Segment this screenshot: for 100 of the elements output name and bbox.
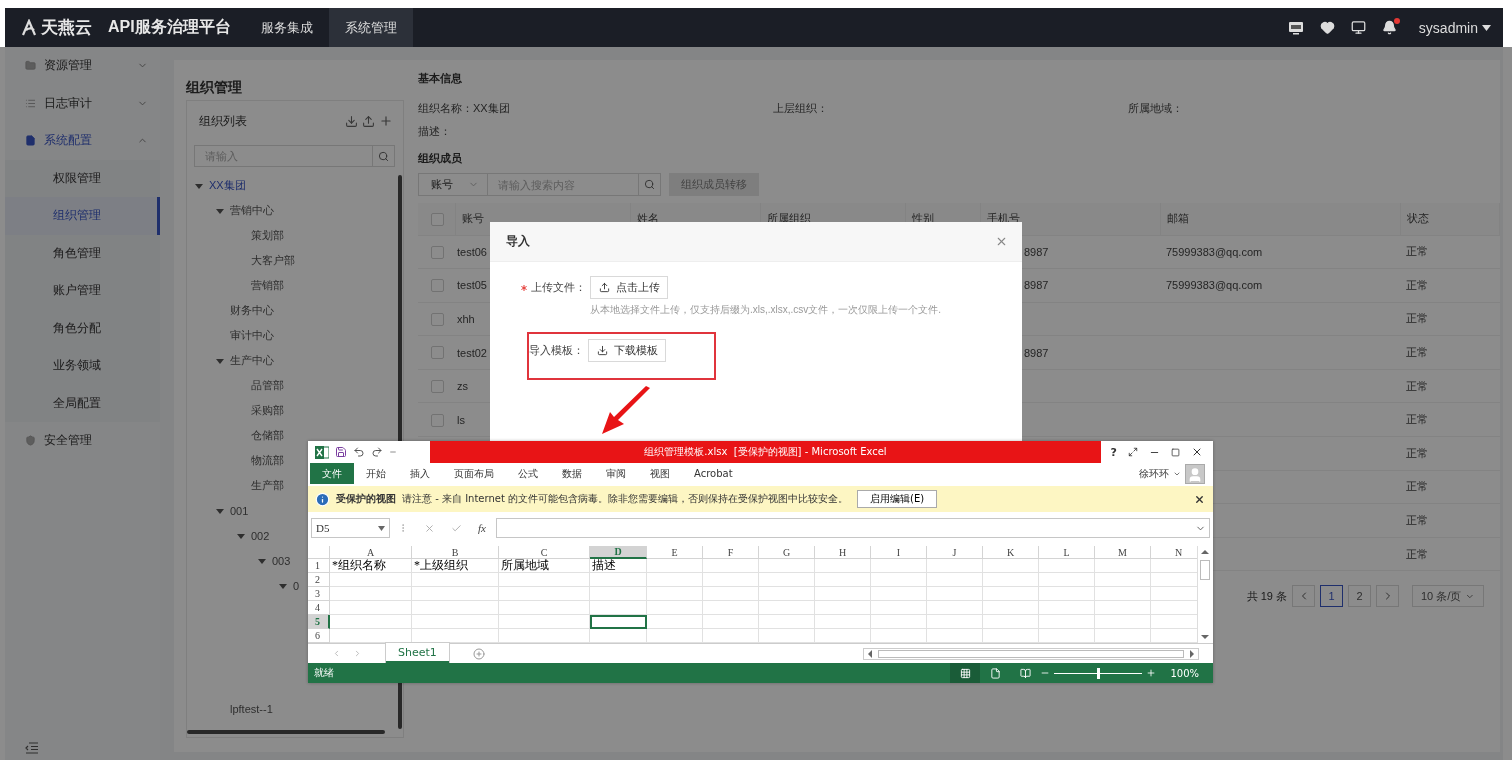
tree-node[interactable]: 财务中心 (187, 298, 403, 323)
prev-sheet-icon[interactable] (332, 649, 341, 658)
spreadsheet-cell[interactable]: *上级组织 (412, 559, 499, 573)
spreadsheet-cell[interactable] (703, 559, 759, 573)
caret-icon[interactable] (378, 525, 385, 531)
checkbox[interactable] (431, 413, 444, 427)
scrollbar-thumb[interactable] (1199, 559, 1210, 580)
tree-node[interactable]: XX集团 (187, 173, 403, 198)
download-icon[interactable] (596, 345, 608, 356)
sidebar-item[interactable]: 日志审计 (5, 84, 160, 122)
spreadsheet-cell[interactable] (815, 559, 871, 573)
checkbox[interactable] (431, 212, 444, 226)
page-icon[interactable] (989, 667, 1001, 679)
spreadsheet-cell[interactable]: 所属地域 (499, 559, 590, 573)
spreadsheet-cell[interactable] (1095, 601, 1151, 615)
spreadsheet-cell[interactable] (499, 601, 590, 615)
spreadsheet-cell[interactable]: 描述 (590, 559, 647, 573)
export-icon[interactable] (362, 114, 375, 128)
spreadsheet-cell[interactable] (759, 615, 815, 629)
redo-icon[interactable] (371, 446, 383, 458)
spreadsheet-cell[interactable] (1039, 559, 1095, 573)
save-icon[interactable] (335, 446, 347, 458)
spreadsheet-cell[interactable] (330, 587, 412, 601)
spreadsheet-cell[interactable] (1095, 559, 1151, 573)
column-header[interactable]: D (590, 546, 647, 559)
scroll-down-icon[interactable] (1200, 633, 1209, 641)
checkbox[interactable] (431, 312, 444, 326)
column-header[interactable]: A (330, 546, 412, 559)
column-header[interactable]: L (1039, 546, 1095, 559)
cancel-icon[interactable] (424, 522, 435, 534)
import-icon[interactable] (345, 114, 358, 128)
ribbon-tab[interactable]: 数据 (550, 463, 594, 484)
scroll-right-icon[interactable] (1188, 649, 1196, 658)
spreadsheet-cell[interactable] (815, 587, 871, 601)
checkbox[interactable] (431, 279, 444, 293)
ribbon-tab[interactable]: 插入 (398, 463, 442, 484)
spreadsheet-cell[interactable] (499, 573, 590, 587)
spreadsheet-cell[interactable] (1095, 615, 1151, 629)
filter-select[interactable]: 账号 (418, 173, 488, 196)
row-header[interactable]: 6 (308, 629, 330, 643)
spreadsheet-cell[interactable] (647, 601, 703, 615)
spreadsheet-cell[interactable] (759, 601, 815, 615)
prev-page-button[interactable] (1292, 585, 1315, 608)
sidebar-subitem[interactable]: 业务领域 (5, 347, 160, 385)
ribbon-tab[interactable]: 开始 (354, 463, 398, 484)
tree-node[interactable]: 品管部 (187, 373, 403, 398)
slider-thumb[interactable] (1097, 667, 1101, 679)
spreadsheet-cell[interactable] (815, 573, 871, 587)
spreadsheet-cell[interactable] (927, 573, 983, 587)
spreadsheet-cell[interactable] (983, 559, 1039, 573)
spreadsheet-cell[interactable] (927, 587, 983, 601)
tree-node[interactable]: 营销部 (187, 273, 403, 298)
add-icon[interactable] (379, 114, 393, 128)
spreadsheet-cell[interactable] (703, 573, 759, 587)
spreadsheet-cell[interactable] (983, 601, 1039, 615)
spreadsheet-cell[interactable] (1039, 573, 1095, 587)
heart-pulse-icon[interactable] (1319, 20, 1335, 35)
sidebar-item[interactable]: 资源管理 (5, 47, 160, 85)
spreadsheet-cell[interactable] (590, 587, 647, 601)
upload-button[interactable]: 点击上传 (590, 276, 668, 299)
spreadsheet-cell[interactable] (703, 587, 759, 601)
column-header[interactable]: H (815, 546, 871, 559)
row-header[interactable]: 1 (308, 559, 330, 573)
scrollbar[interactable] (187, 730, 385, 734)
spreadsheet-cell[interactable] (647, 615, 703, 629)
spreadsheet-cell[interactable] (871, 615, 927, 629)
bell-icon[interactable] (1381, 20, 1397, 35)
row-header[interactable]: 4 (308, 601, 330, 615)
spreadsheet-cell[interactable] (647, 587, 703, 601)
next-page-button[interactable] (1376, 585, 1399, 608)
monitor-icon[interactable] (1350, 20, 1366, 35)
spreadsheet-cell[interactable] (1039, 615, 1095, 629)
tree-node[interactable]: 采购部 (187, 398, 403, 423)
sidebar-subitem[interactable]: 角色管理 (5, 234, 160, 272)
column-header[interactable]: E (647, 546, 703, 559)
formula-field[interactable] (495, 518, 1210, 538)
customize-icon[interactable] (389, 448, 397, 456)
spreadsheet-cell[interactable]: *组织名称 (330, 559, 412, 573)
spreadsheet-cell[interactable] (927, 601, 983, 615)
download-template-button[interactable]: 下载模板 (588, 339, 666, 362)
selected-cell[interactable] (590, 615, 647, 629)
scroll-up-icon[interactable] (1200, 548, 1209, 556)
search-icon[interactable] (378, 150, 389, 162)
sidebar-subitem[interactable]: 权限管理 (5, 159, 160, 197)
column-header[interactable]: I (871, 546, 927, 559)
user-menu[interactable]: sysadmin (1412, 18, 1497, 37)
spreadsheet-cell[interactable] (1095, 573, 1151, 587)
maximize-icon[interactable] (1171, 447, 1181, 457)
spreadsheet-cell[interactable] (1039, 587, 1095, 601)
checkbox[interactable] (431, 379, 444, 393)
spreadsheet-cell[interactable] (871, 573, 927, 587)
sidebar-subitem[interactable]: 账户管理 (5, 272, 160, 310)
spreadsheet-cell[interactable] (330, 573, 412, 587)
tree-node[interactable]: 大客户部 (187, 248, 403, 273)
search-button[interactable] (638, 173, 661, 196)
help-button[interactable]: ? (1110, 445, 1117, 459)
spreadsheet-cell[interactable] (759, 573, 815, 587)
tree-node[interactable]: 审计中心 (187, 323, 403, 348)
spreadsheet-cell[interactable] (330, 615, 412, 629)
upload-icon[interactable] (598, 282, 610, 293)
